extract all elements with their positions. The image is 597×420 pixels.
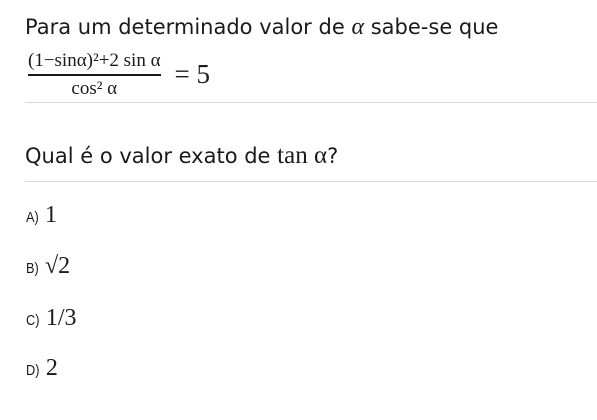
divider	[25, 102, 597, 103]
option-value: 1	[45, 202, 57, 228]
equation: (1−sinα)²+2 sin α cos² α = 5	[28, 50, 210, 100]
option-label: B)	[26, 260, 39, 277]
intro-text: Para um determinado valor de	[25, 15, 345, 39]
question-intro: Para um determinado valor de α sabe-se q…	[25, 14, 498, 40]
option-value: 1/3	[45, 305, 77, 331]
option-d[interactable]: D) 2	[26, 355, 58, 382]
alpha-symbol: α	[351, 14, 365, 40]
option-label: C)	[26, 312, 40, 329]
option-label: A)	[26, 209, 39, 226]
prompt-end: ?	[327, 144, 339, 168]
prompt-text: Qual é o valor exato de	[25, 144, 271, 168]
option-label: D)	[26, 362, 40, 379]
option-b[interactable]: B) √2	[26, 253, 70, 280]
fraction-denominator: cos² α	[71, 77, 118, 99]
option-c[interactable]: C) 1/3	[26, 305, 77, 332]
question-prompt: Qual é o valor exato de tan α?	[25, 143, 338, 169]
fraction: (1−sinα)²+2 sin α cos² α	[28, 50, 161, 100]
option-value: 2	[45, 355, 58, 381]
equation-rhs: = 5	[174, 59, 211, 90]
option-value: √2	[45, 253, 71, 279]
tan-alpha: tan α	[277, 142, 328, 169]
option-a[interactable]: A) 1	[26, 202, 57, 229]
divider	[25, 181, 597, 182]
fraction-numerator: (1−sinα)²+2 sin α	[28, 50, 161, 71]
fraction-bar	[28, 74, 161, 76]
intro-end-text: sabe-se que	[370, 15, 499, 39]
